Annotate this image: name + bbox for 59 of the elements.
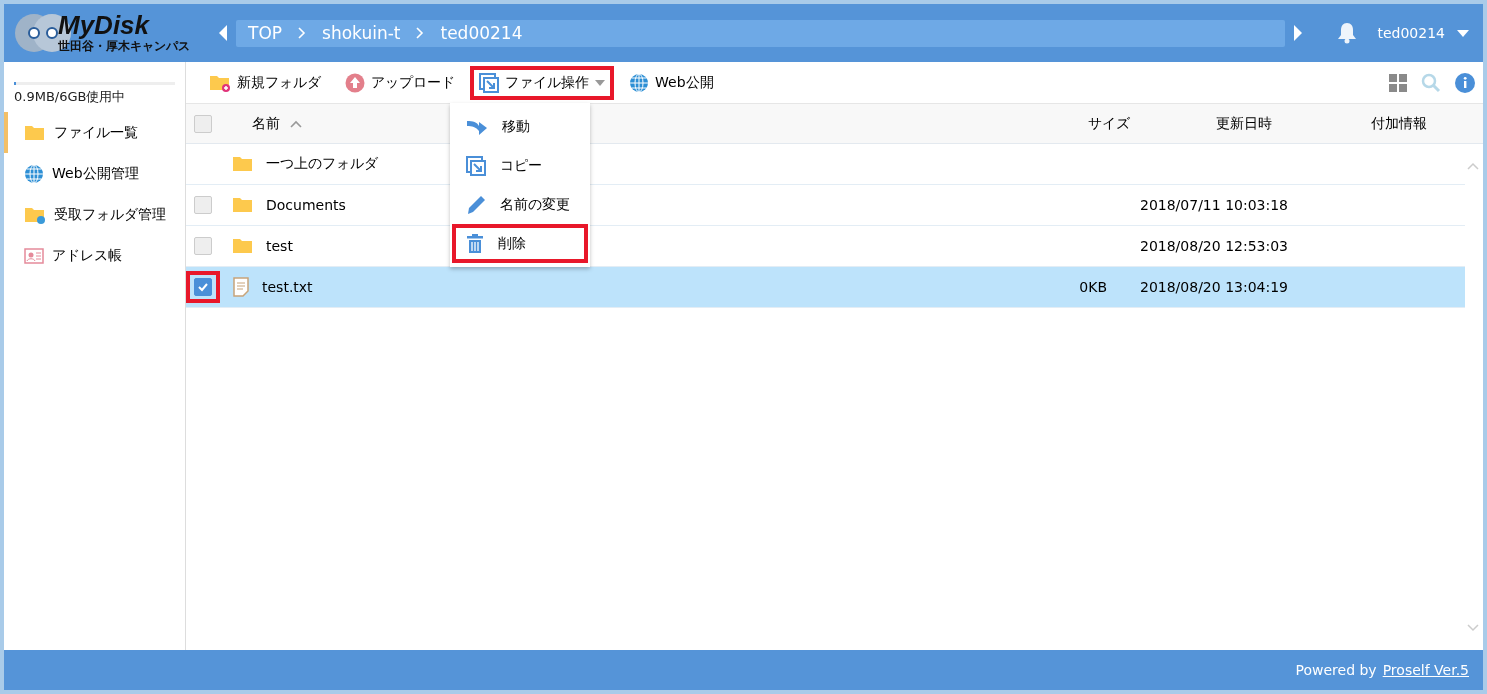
file-size: 0KB <box>1078 279 1107 295</box>
back-arrow-icon[interactable] <box>218 25 228 41</box>
toolbar-button[interactable]: Web公開 <box>620 65 723 100</box>
chevron-right-icon <box>416 27 425 39</box>
column-header[interactable]: 名前 <box>252 114 280 133</box>
menu-item[interactable]: 名前の変更 <box>452 185 588 224</box>
modified-date: 2018/07/11 10:03:18 <box>1139 197 1289 213</box>
address-card-icon <box>24 247 44 264</box>
modified-date: 2018/08/20 12:53:03 <box>1139 238 1289 254</box>
column-header[interactable]: サイズ <box>1069 114 1149 133</box>
modified-date: 2018/08/20 13:04:19 <box>1139 279 1289 295</box>
folder-icon <box>232 237 254 255</box>
toolbar-button[interactable]: アップロード <box>336 65 464 100</box>
trash-icon <box>466 233 484 254</box>
file-name[interactable]: Documents <box>266 197 346 213</box>
shared-folder-icon <box>24 205 46 224</box>
grid-view-icon[interactable] <box>1389 73 1407 92</box>
copy-icon <box>479 72 499 93</box>
row-checkbox[interactable] <box>194 278 212 296</box>
file-name[interactable]: test.txt <box>262 279 313 295</box>
bell-icon[interactable] <box>1337 22 1358 44</box>
row-checkbox[interactable] <box>194 196 212 214</box>
globe-icon <box>24 163 44 184</box>
sidebar-item[interactable]: アドレス帳 <box>4 235 185 276</box>
toolbar-button[interactable]: ファイル操作 <box>470 65 614 100</box>
new-folder-icon <box>209 73 231 92</box>
caret-icon[interactable] <box>1457 29 1469 37</box>
search-icon[interactable] <box>1421 72 1441 93</box>
globe-icon <box>629 72 649 93</box>
folder-icon <box>24 123 46 142</box>
toolbar-button[interactable]: 新規フォルダ <box>200 66 330 99</box>
column-header[interactable]: 更新日時 <box>1149 114 1339 133</box>
scroll-down-icon[interactable] <box>1467 624 1479 632</box>
storage-usage: 0.9MB/6GB使用中 <box>14 88 127 106</box>
menu-item[interactable]: 削除 <box>452 224 588 263</box>
menu-item[interactable]: 移動 <box>452 107 588 146</box>
file-name[interactable]: test <box>266 238 293 254</box>
file-row[interactable]: test.txt 0KB 2018/08/20 13:04:19 <box>186 267 1465 308</box>
info-icon[interactable] <box>1455 72 1475 93</box>
column-header[interactable]: 付加情報 <box>1339 114 1459 133</box>
sidebar-item[interactable]: Web公開管理 <box>4 153 185 194</box>
select-all-checkbox[interactable] <box>194 114 212 133</box>
forward-arrow-icon[interactable] <box>1293 25 1304 41</box>
folder-icon <box>232 196 254 214</box>
folder-icon <box>232 155 254 173</box>
file-name[interactable]: 一つ上のフォルダ <box>266 155 378 173</box>
row-checkbox[interactable] <box>194 237 212 255</box>
sidebar-item[interactable]: 受取フォルダ管理 <box>4 194 185 235</box>
pen-icon <box>466 194 486 215</box>
sort-ascending-icon[interactable] <box>290 119 302 128</box>
scroll-up-icon[interactable] <box>1467 162 1479 170</box>
copy-icon <box>466 155 486 176</box>
upload-icon <box>345 72 365 93</box>
chevron-right-icon <box>298 27 307 39</box>
document-icon <box>232 277 250 297</box>
logo-subtitle: 世田谷・厚木キャンパス <box>58 38 190 55</box>
logo-title: MyDisk <box>58 11 151 38</box>
menu-item[interactable]: コピー <box>452 146 588 185</box>
footer-text: Powered by <box>1295 662 1377 678</box>
